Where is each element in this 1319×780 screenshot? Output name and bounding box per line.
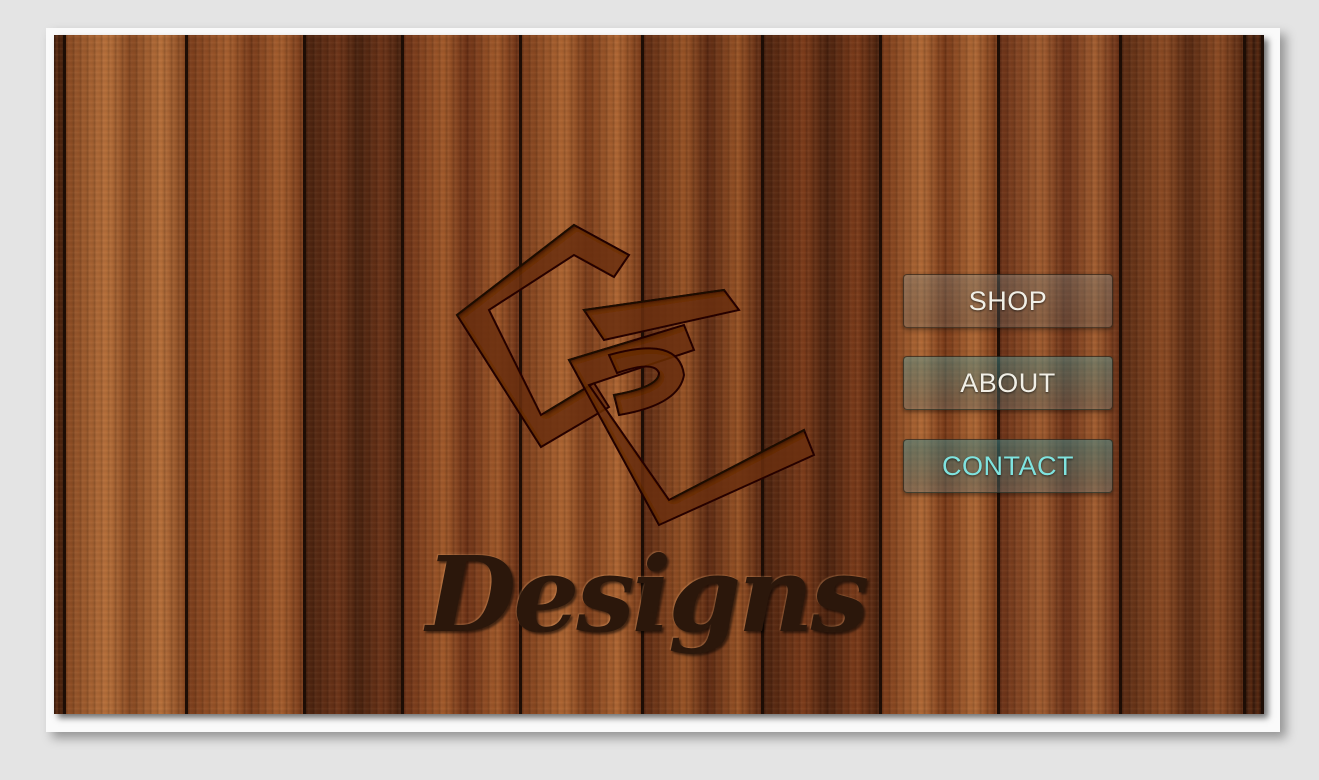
- nav-shop-button[interactable]: SHOP: [903, 274, 1113, 328]
- nav-about-label: ABOUT: [960, 367, 1056, 398]
- wood-plank: [1246, 35, 1264, 714]
- nav-contact-label: CONTACT: [942, 450, 1074, 481]
- wood-plank: [54, 35, 66, 714]
- nav-about-button[interactable]: ABOUT: [903, 356, 1113, 410]
- wood-plank: [306, 35, 404, 714]
- nav-contact-button[interactable]: CONTACT: [903, 439, 1113, 493]
- wood-plank: [1122, 35, 1246, 714]
- nav-shop-label: SHOP: [968, 285, 1048, 316]
- wood-plank: [188, 35, 306, 714]
- cl-monogram-logo-icon: [455, 223, 816, 527]
- wood-plank: [66, 35, 188, 714]
- designs-wordmark: Designs: [426, 533, 869, 656]
